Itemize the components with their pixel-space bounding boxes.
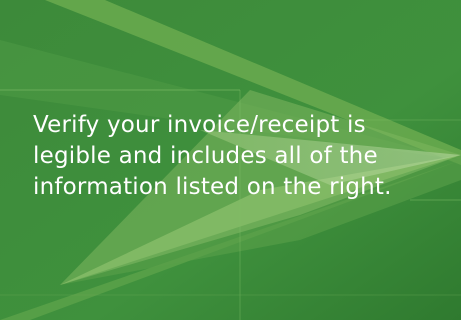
info-panel: Verify your invoice/receipt is legible a… (0, 0, 461, 320)
instruction-text: Verify your invoice/receipt is legible a… (33, 112, 392, 200)
